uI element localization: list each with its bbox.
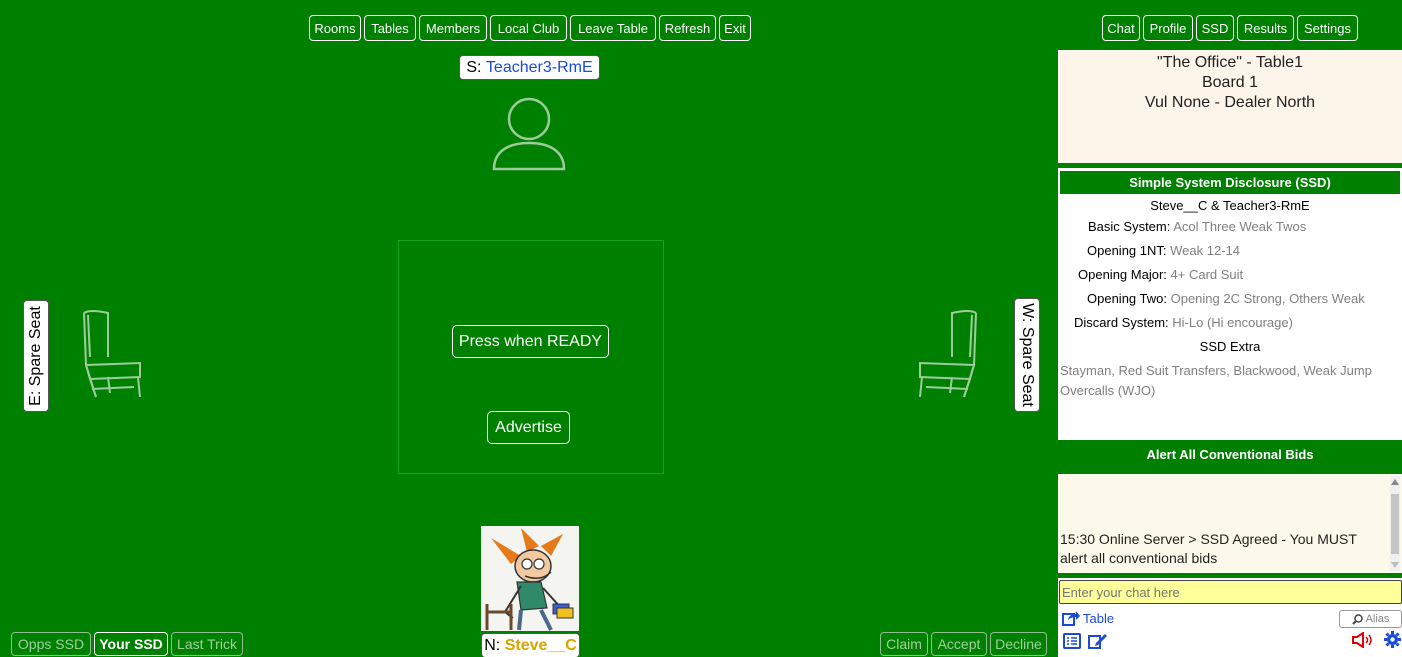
ssd-row-value: Hi-Lo (Hi encourage) [1172,315,1293,330]
ssd-row-basic-system: Basic System: Acol Three Weak Twos [1088,219,1306,234]
profile-button[interactable]: Profile [1143,15,1193,41]
north-player-name[interactable]: Steve__C [505,637,577,655]
decline-button[interactable]: Decline [990,632,1047,656]
person-icon [492,97,566,171]
ssd-header: Simple System Disclosure (SSD) [1060,171,1400,194]
chat-message: 15:30 Online Server > SSD Agreed - You M… [1060,530,1380,568]
ssd-extra-text-2: Overcalls (WJO) [1060,383,1156,398]
chat-input-area: Table Alias [1058,578,1402,657]
scroll-down-icon[interactable] [1391,562,1399,568]
west-seat-label[interactable]: W: Spare Seat [1014,298,1040,412]
search-icon [1351,613,1363,625]
ssd-row-label: Basic System: [1088,219,1171,234]
rooms-button[interactable]: Rooms [309,15,361,41]
ssd-partnership: Steve__C & Teacher3-RmE [1150,198,1310,213]
leave-table-button[interactable]: Leave Table [570,15,656,41]
north-seat-label[interactable]: N: Steve__C [481,633,580,657]
edit-icon[interactable] [1088,633,1108,649]
accept-button[interactable]: Accept [931,632,987,656]
table-name: "The Office" - Table1 [1157,54,1303,71]
alert-banner: Alert All Conventional Bids [1060,443,1400,466]
ssd-panel: Simple System Disclosure (SSD) Steve__C … [1058,168,1402,440]
advertise-button[interactable]: Advertise [487,411,570,444]
ssd-row-value: Weak 12-14 [1170,243,1240,258]
ssd-button[interactable]: SSD [1196,15,1234,41]
your-ssd-button[interactable]: Your SSD [94,632,168,656]
refresh-button[interactable]: Refresh [659,15,716,41]
south-prefix: S: [466,58,486,76]
chair-icon[interactable] [912,305,984,399]
board-info-panel: "The Office" - Table1 Board 1 Vul None -… [1058,50,1402,163]
board-number: Board 1 [1201,74,1259,91]
south-player-name[interactable]: Teacher3-RmE [486,59,593,77]
ssd-row-label: Opening 1NT: [1087,243,1167,258]
results-button[interactable]: Results [1237,15,1294,41]
chat-input[interactable] [1059,580,1402,604]
chat-message-line-1: 15:30 Online Server > SSD Agreed - You M… [1060,531,1357,547]
ssd-row-opening-major: Opening Major: 4+ Card Suit [1078,267,1243,282]
north-prefix: N: [484,636,505,654]
south-seat-label[interactable]: S: Teacher3-RmE [459,55,600,80]
ssd-extra-title: SSD Extra [1199,339,1261,354]
gear-icon[interactable] [1384,631,1401,648]
claim-button[interactable]: Claim [880,632,928,656]
ssd-row-discard-system: Discard System: Hi-Lo (Hi encourage) [1074,315,1293,330]
ready-button[interactable]: Press when READY [452,325,609,358]
chair-icon[interactable] [76,305,148,399]
ssd-row-opening-two: Opening Two: Opening 2C Strong, Others W… [1087,291,1365,306]
ssd-extra-text: Stayman, Red Suit Transfers, Blackwood, … [1060,363,1372,378]
scroll-up-icon[interactable] [1391,479,1399,485]
ssd-row-opening-1nt: Opening 1NT: Weak 12-14 [1087,243,1240,258]
player-avatar [481,526,579,631]
ssd-row-value: 4+ Card Suit [1170,267,1244,282]
settings-button[interactable]: Settings [1297,15,1358,41]
last-trick-button[interactable]: Last Trick [171,632,243,656]
chat-button[interactable]: Chat [1102,15,1140,41]
members-button[interactable]: Members [419,15,487,41]
table-chat-label[interactable]: Table [1083,611,1114,626]
chat-scrollbar-thumb[interactable] [1391,494,1399,554]
opps-ssd-button[interactable]: Opps SSD [11,632,91,656]
tables-button[interactable]: Tables [364,15,416,41]
ssd-row-value: Acol Three Weak Twos [1173,219,1307,234]
ssd-row-label: Opening Major: [1078,267,1167,282]
east-seat-label[interactable]: E: Spare Seat [23,300,49,412]
ssd-row-label: Discard System: [1074,315,1169,330]
cartoon-player-image [481,526,579,631]
alias-label: Alias [1365,613,1390,625]
exit-button[interactable]: Exit [719,15,751,41]
speaker-icon[interactable] [1352,632,1374,648]
chat-log: 15:30 Online Server > SSD Agreed - You M… [1058,474,1402,573]
chat-message-line-2: alert all conventional bids [1060,550,1218,566]
chat-scrollbar[interactable] [1390,476,1400,571]
local-club-button[interactable]: Local Club [490,15,567,41]
list-icon[interactable] [1063,633,1081,649]
alias-button[interactable]: Alias [1339,610,1402,628]
vulnerability-dealer: Vul None - Dealer North [1144,94,1316,111]
ssd-row-value: Opening 2C Strong, Others Weak [1170,291,1365,306]
share-icon[interactable] [1062,610,1080,626]
ssd-row-label: Opening Two: [1087,291,1167,306]
